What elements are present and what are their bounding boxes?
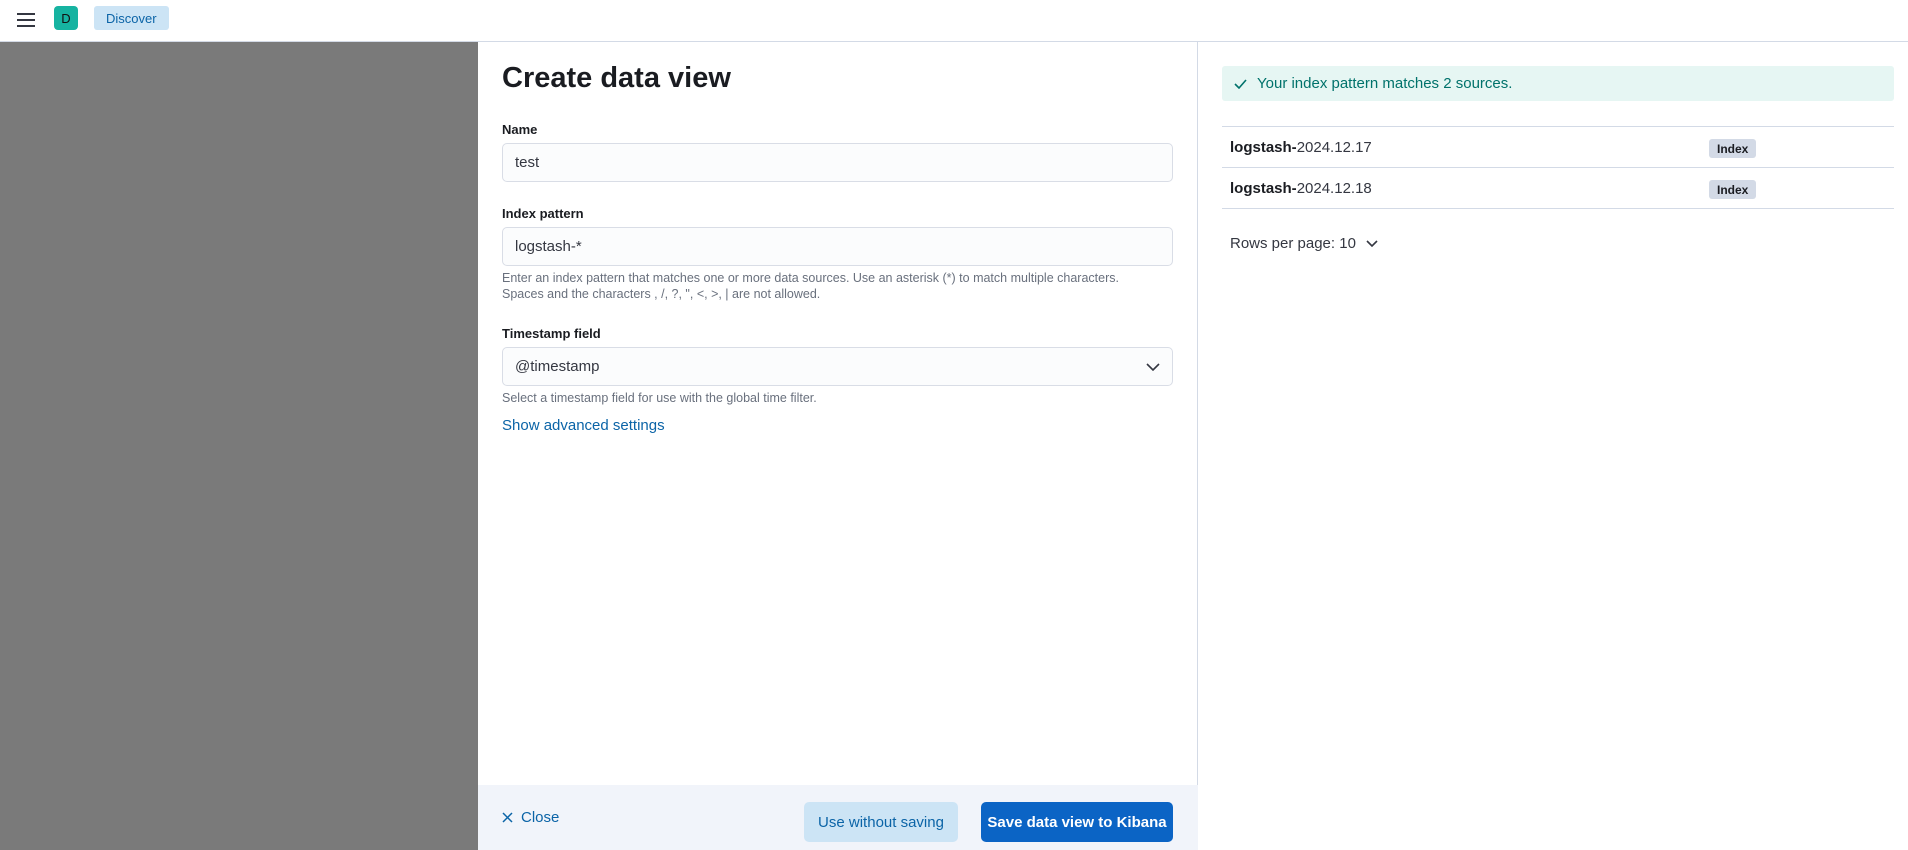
- space-avatar[interactable]: D: [54, 6, 78, 30]
- timestamp-field-select[interactable]: @timestamp: [502, 347, 1173, 386]
- show-advanced-settings-link[interactable]: Show advanced settings: [502, 417, 665, 434]
- index-badge: Index: [1709, 180, 1757, 199]
- match-callout: Your index pattern matches 2 sources.: [1222, 66, 1894, 101]
- modal-overlay[interactable]: [0, 42, 478, 850]
- index-pattern-label: Index pattern: [502, 206, 584, 221]
- table-row: logstash-2024.12.18 Index: [1222, 168, 1894, 209]
- form-pane: Create data view Name Index pattern Ente…: [478, 42, 1198, 850]
- chevron-down-icon: [1366, 239, 1378, 247]
- close-button-label: Close: [521, 808, 560, 826]
- check-icon: [1234, 78, 1247, 89]
- rows-per-page-label: Rows per page: 10: [1230, 234, 1356, 252]
- timestamp-field-label: Timestamp field: [502, 326, 601, 341]
- create-data-view-flyout: Create data view Name Index pattern Ente…: [478, 42, 1908, 850]
- index-name: logstash-2024.12.17: [1230, 139, 1372, 156]
- hamburger-menu-icon[interactable]: [14, 8, 38, 32]
- index-name-suffix: 2024.12.17: [1296, 138, 1372, 156]
- timestamp-field-help: Select a timestamp field for use with th…: [502, 391, 817, 405]
- rows-per-page-selector[interactable]: Rows per page: 10: [1230, 231, 1378, 255]
- index-pattern-help: Enter an index pattern that matches one …: [502, 270, 1173, 302]
- index-name: logstash-2024.12.18: [1230, 180, 1372, 197]
- close-icon: [502, 811, 513, 823]
- index-badge: Index: [1709, 139, 1757, 158]
- close-button[interactable]: Close: [502, 805, 559, 829]
- name-label: Name: [502, 122, 538, 137]
- index-name-prefix: logstash-: [1230, 138, 1297, 156]
- index-pattern-help-line: Spaces and the characters , /, ?, ", <, …: [502, 287, 821, 301]
- breadcrumb-discover[interactable]: Discover: [94, 6, 169, 30]
- timestamp-field-value: @timestamp: [515, 358, 600, 375]
- match-callout-text: Your index pattern matches 2 sources.: [1257, 75, 1513, 92]
- page-title: Create data view: [502, 62, 731, 94]
- index-pattern-input[interactable]: [502, 227, 1173, 266]
- save-data-view-button[interactable]: Save data view to Kibana: [981, 802, 1173, 842]
- use-without-saving-button[interactable]: Use without saving: [804, 802, 958, 842]
- index-pattern-help-line: Enter an index pattern that matches one …: [502, 271, 1119, 285]
- name-input[interactable]: [502, 143, 1173, 182]
- index-name-suffix: 2024.12.18: [1296, 179, 1372, 197]
- matched-index-table: logstash-2024.12.17 Index logstash-2024.…: [1222, 126, 1894, 209]
- table-row: logstash-2024.12.17 Index: [1222, 127, 1894, 168]
- preview-pane: Your index pattern matches 2 sources. lo…: [1198, 42, 1908, 850]
- top-header: D Discover: [0, 0, 1908, 42]
- index-name-prefix: logstash-: [1230, 179, 1297, 197]
- chevron-down-icon: [1146, 362, 1160, 371]
